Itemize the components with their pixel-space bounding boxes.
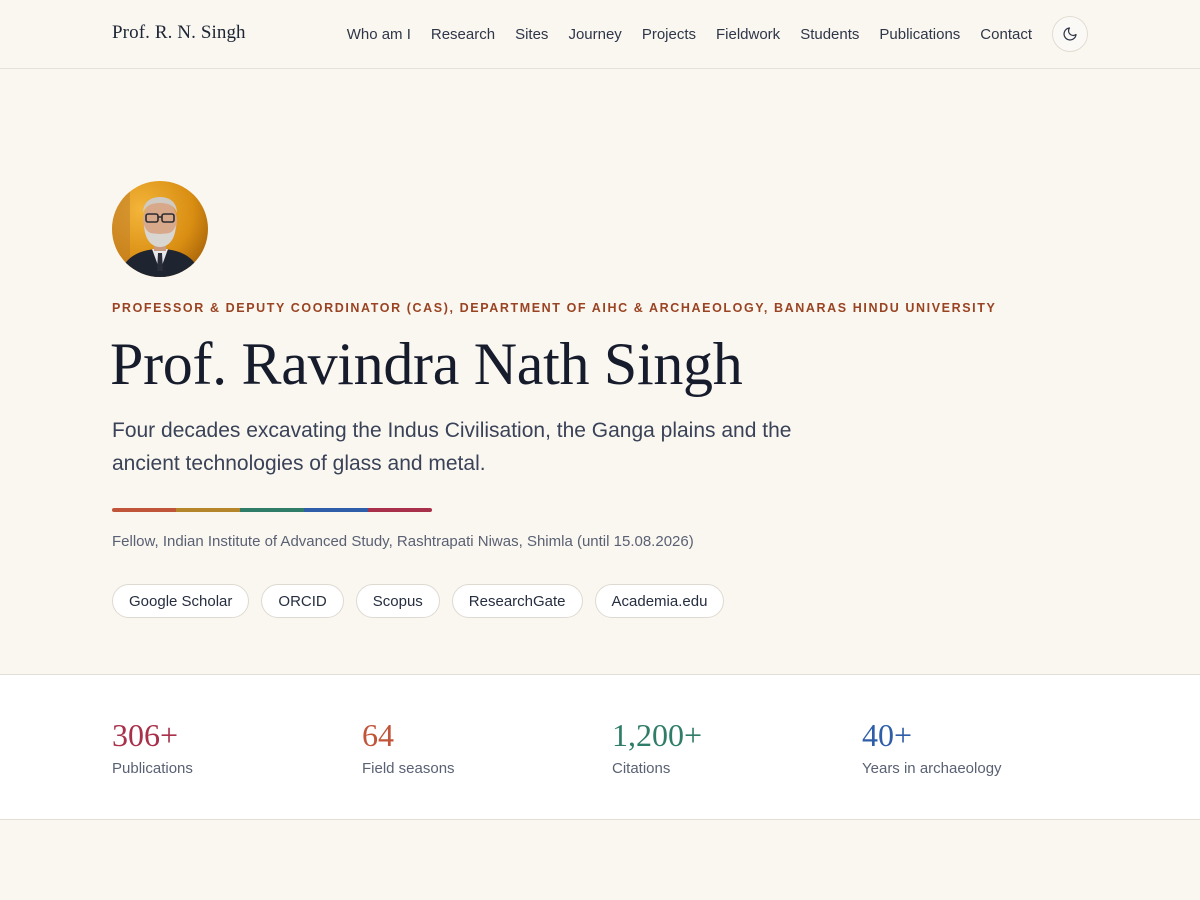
profile-photo xyxy=(112,181,208,277)
stat-years: 40+ Years in archaeology xyxy=(862,715,1002,777)
nav-sites[interactable]: Sites xyxy=(515,26,548,43)
stat-field-seasons: 64 Field seasons xyxy=(362,715,455,777)
role-kicker: PROFESSOR & DEPUTY COORDINATOR (CAS), DE… xyxy=(112,301,997,315)
scopus-link[interactable]: Scopus xyxy=(355,584,440,618)
color-segment xyxy=(368,508,432,512)
color-segment xyxy=(176,508,240,512)
stat-label: Years in archaeology xyxy=(862,760,1002,777)
color-segment xyxy=(304,508,368,512)
nav-fieldwork[interactable]: Fieldwork xyxy=(716,26,780,43)
color-segment xyxy=(240,508,304,512)
stat-citations: 1,200+ Citations xyxy=(612,715,702,777)
stat-label: Field seasons xyxy=(362,760,455,777)
nav-publications[interactable]: Publications xyxy=(879,26,960,43)
accent-color-bar xyxy=(112,508,432,512)
site-brand[interactable]: Prof. R. N. Singh xyxy=(112,22,246,44)
page-title: Prof. Ravindra Nath Singh xyxy=(110,331,743,397)
researchgate-link[interactable]: ResearchGate xyxy=(451,584,583,618)
nav-students[interactable]: Students xyxy=(800,26,859,43)
nav-journey[interactable]: Journey xyxy=(568,26,621,43)
profile-links: Google Scholar ORCID Scopus ResearchGate… xyxy=(112,584,725,618)
site-header: Prof. R. N. Singh Who am I Research Site… xyxy=(0,0,1200,69)
main-nav: Who am I Research Sites Journey Projects… xyxy=(347,0,1032,68)
fellowship-note: Fellow, Indian Institute of Advanced Stu… xyxy=(112,533,694,550)
stat-value: 64 xyxy=(362,717,394,753)
stat-label: Citations xyxy=(612,760,671,777)
moon-icon xyxy=(1063,27,1077,41)
nav-contact[interactable]: Contact xyxy=(980,26,1032,43)
stat-label: Publications xyxy=(112,760,193,777)
google-scholar-link[interactable]: Google Scholar xyxy=(112,584,250,618)
theme-toggle-button[interactable] xyxy=(1052,16,1088,52)
stat-value: 306+ xyxy=(112,717,179,753)
stats-band: 306+ Publications 64 Field seasons 1,200… xyxy=(0,674,1200,820)
stat-publications: 306+ Publications xyxy=(112,715,193,777)
nav-research[interactable]: Research xyxy=(431,26,495,43)
color-segment xyxy=(112,508,176,512)
stat-value: 40+ xyxy=(862,717,913,753)
academia-link[interactable]: Academia.edu xyxy=(594,584,725,618)
portrait-illustration xyxy=(112,181,200,277)
stat-value: 1,200+ xyxy=(612,717,703,753)
nav-projects[interactable]: Projects xyxy=(642,26,696,43)
nav-who-am-i[interactable]: Who am I xyxy=(347,26,411,43)
orcid-link[interactable]: ORCID xyxy=(261,584,344,618)
hero-tagline: Four decades excavating the Indus Civili… xyxy=(112,419,792,475)
